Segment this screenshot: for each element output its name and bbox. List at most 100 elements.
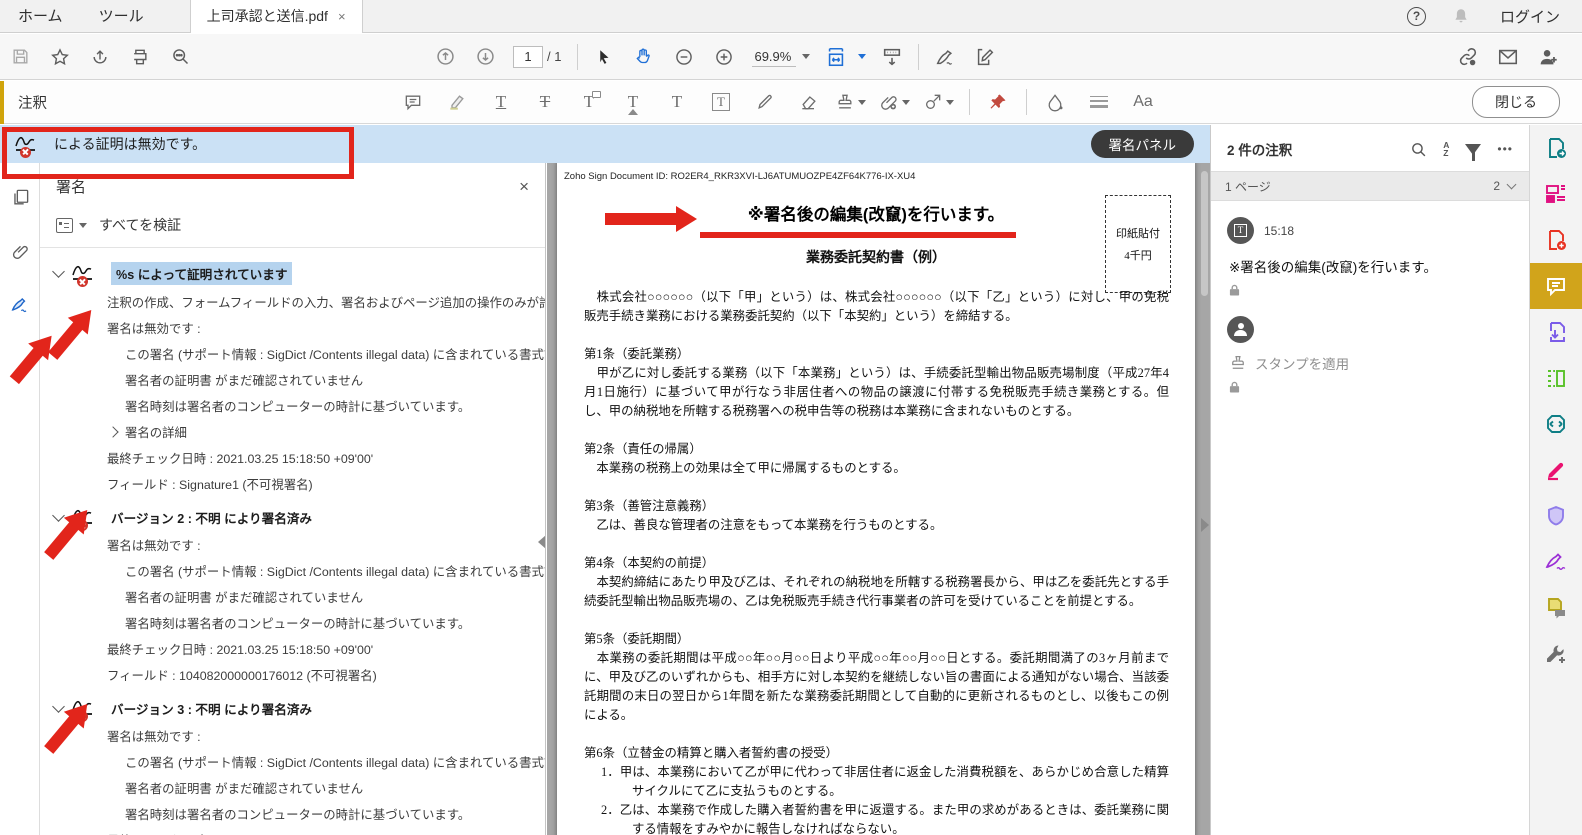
- close-annotation-button[interactable]: 閉じる: [1472, 86, 1560, 118]
- expand-panel-arrow-icon[interactable]: [1201, 518, 1209, 532]
- star-icon[interactable]: [40, 40, 80, 74]
- stamp-tool-icon[interactable]: [831, 86, 875, 118]
- filter-comments-icon[interactable]: [1465, 143, 1482, 161]
- contract-line: 第5条（委託期間）: [584, 632, 690, 646]
- signature-detail-line: 最終チェック日時 : 2021.03.25 15:18:50 +09'00': [107, 643, 374, 657]
- drawing-shapes-icon[interactable]: [919, 86, 963, 118]
- collapse-chevron-icon[interactable]: [52, 265, 65, 278]
- line-weight-icon[interactable]: [1077, 86, 1121, 118]
- comment-tool-icon[interactable]: [1529, 263, 1582, 309]
- zoom-dropdown-caret-icon[interactable]: [802, 54, 811, 59]
- signature-detail-line: フィールド : 104082000000176012 (不可視署名): [107, 669, 377, 683]
- collapse-panel-arrow-icon[interactable]: [538, 535, 545, 549]
- combine-files-icon[interactable]: [1530, 309, 1582, 355]
- annotation-toolbar: 注釈 T T T T T T Aa 閉じる: [0, 80, 1582, 124]
- more-tools-icon[interactable]: [1530, 631, 1582, 677]
- add-person-icon[interactable]: [1528, 40, 1568, 74]
- previous-page-icon[interactable]: [425, 40, 465, 74]
- print-icon[interactable]: [120, 40, 160, 74]
- page-thumbnails-icon[interactable]: [0, 177, 40, 217]
- sticky-note-icon[interactable]: [391, 86, 435, 118]
- menu-home[interactable]: ホーム: [0, 0, 81, 33]
- search-zoom-icon[interactable]: [160, 40, 200, 74]
- search-comments-icon[interactable]: [1410, 141, 1427, 158]
- group-collapse-chevron-icon[interactable]: [1506, 179, 1517, 190]
- signature-panel-button[interactable]: 署名パネル: [1090, 130, 1194, 158]
- text-box-icon[interactable]: T: [699, 86, 743, 118]
- edit-pdf-icon[interactable]: [965, 40, 1005, 74]
- next-page-icon[interactable]: [465, 40, 505, 74]
- zoom-level-value[interactable]: 69.9%: [752, 47, 797, 67]
- signatures-panel-icon[interactable]: [0, 285, 40, 325]
- comment-item-1[interactable]: T 15:18 ※署名後の編集(改竄)を行います。: [1211, 201, 1529, 300]
- signature-detail-line: この署名 (サポート情報 : SigDict /Contents illegal…: [125, 565, 545, 579]
- export-pdf-icon[interactable]: [1530, 125, 1582, 171]
- email-icon[interactable]: [1488, 40, 1528, 74]
- share-upload-icon[interactable]: [80, 40, 120, 74]
- contract-line: 2．乙は、本業務で作成した購入者誓約書を甲に返還する。また甲の求めがあるときは、…: [601, 803, 1169, 835]
- pencil-icon[interactable]: [743, 86, 787, 118]
- underline-text-icon[interactable]: T: [479, 86, 523, 118]
- signature-entry-2: バージョン 2 : 不明 により署名済み 署名は無効です : この署名 (サポート…: [40, 507, 545, 684]
- save-icon[interactable]: [0, 40, 40, 74]
- validate-all-button[interactable]: すべてを検証: [99, 215, 181, 235]
- signature-options-caret-icon[interactable]: [79, 222, 87, 228]
- organize-pages-icon[interactable]: [1530, 171, 1582, 217]
- fill-sign-icon[interactable]: [925, 40, 965, 74]
- contract-line: 本契約締結にあたり甲及び乙は、それぞれの納税地を所轄する税務署長から、甲は乙を委…: [584, 575, 1169, 608]
- document-view[interactable]: Zoho Sign Document ID: RO2ER4_RKR3XVI-LJ…: [547, 163, 1210, 835]
- page-number-input[interactable]: [513, 45, 543, 68]
- select-tool-icon[interactable]: [584, 40, 624, 74]
- signature-options-icon[interactable]: [56, 217, 73, 233]
- contract-line: 第3条（善管注意義務）: [584, 499, 715, 513]
- signature-entry-title[interactable]: %s によって証明されています: [111, 262, 293, 285]
- zoom-in-icon[interactable]: [704, 40, 744, 74]
- replace-text-icon[interactable]: T: [567, 86, 611, 118]
- page-display-icon[interactable]: [872, 40, 912, 74]
- signature-entry-title[interactable]: バージョン 3 : 不明 により署名済み: [111, 699, 312, 718]
- document-scrollbar-thumb[interactable]: [1201, 171, 1208, 296]
- signature-entry-title[interactable]: バージョン 2 : 不明 により署名済み: [111, 508, 312, 527]
- help-icon[interactable]: ?: [1406, 6, 1426, 26]
- comments-options-icon[interactable]: •••: [1497, 142, 1513, 156]
- signature-panel-close-icon[interactable]: ×: [519, 177, 529, 197]
- apply-stamp-label[interactable]: スタンプを適用: [1255, 353, 1349, 373]
- create-pdf-icon[interactable]: [1530, 217, 1582, 263]
- attach-file-icon[interactable]: [875, 86, 919, 118]
- highlighter-icon[interactable]: [435, 86, 479, 118]
- tools-rail: [1529, 125, 1582, 835]
- strikethrough-text-icon[interactable]: T: [523, 86, 567, 118]
- insert-text-icon[interactable]: T: [611, 86, 655, 118]
- menu-tools[interactable]: ツール: [81, 0, 162, 33]
- left-navigation-rail: [0, 163, 40, 835]
- add-text-icon[interactable]: T: [655, 86, 699, 118]
- menu-bar: ホーム ツール 上司承認と送信.pdf × ? ログイン: [0, 0, 1582, 33]
- comment-item-2[interactable]: スタンプを適用: [1211, 300, 1529, 397]
- send-for-comments-icon[interactable]: [1530, 585, 1582, 631]
- page-group-header[interactable]: 1 ページ 2: [1211, 171, 1529, 201]
- compress-pdf-icon[interactable]: [1530, 401, 1582, 447]
- attachments-icon[interactable]: [0, 231, 40, 271]
- ink-color-icon[interactable]: [1033, 86, 1077, 118]
- zoom-out-icon[interactable]: [664, 40, 704, 74]
- document-tab[interactable]: 上司承認と送信.pdf ×: [189, 0, 363, 33]
- signature-detail-line: この署名 (サポート情報 : SigDict /Contents illegal…: [125, 348, 545, 362]
- edit-pdf-icon[interactable]: [1530, 355, 1582, 401]
- tab-close-icon[interactable]: ×: [338, 9, 346, 24]
- notifications-bell-icon[interactable]: [1452, 7, 1470, 25]
- contract-line: 甲が乙に対し委託する業務（以下「本業務」という）は、手続委託型輸出物品販売場制度…: [584, 366, 1169, 418]
- fit-width-icon[interactable]: [816, 40, 856, 74]
- contract-body: 株式会社○○○○○○（以下「甲」という）は、株式会社○○○○○○（以下「乙」とい…: [584, 288, 1169, 835]
- certificates-icon[interactable]: [1530, 539, 1582, 585]
- keep-tool-pin-icon[interactable]: [976, 86, 1020, 118]
- fit-width-caret-icon[interactable]: [858, 54, 867, 59]
- eraser-icon[interactable]: [787, 86, 831, 118]
- share-link-icon[interactable]: [1448, 40, 1488, 74]
- text-properties-icon[interactable]: Aa: [1121, 86, 1165, 118]
- protect-pdf-icon[interactable]: [1530, 493, 1582, 539]
- fill-highlight-icon[interactable]: [1530, 447, 1582, 493]
- login-button[interactable]: ログイン: [1500, 6, 1560, 27]
- sort-comments-icon[interactable]: AZ: [1443, 141, 1449, 158]
- hand-tool-icon[interactable]: [624, 40, 664, 74]
- signature-detail-line: 最終チェック日時 : 2021.03.25 15:18:50 +09'00': [107, 452, 374, 466]
